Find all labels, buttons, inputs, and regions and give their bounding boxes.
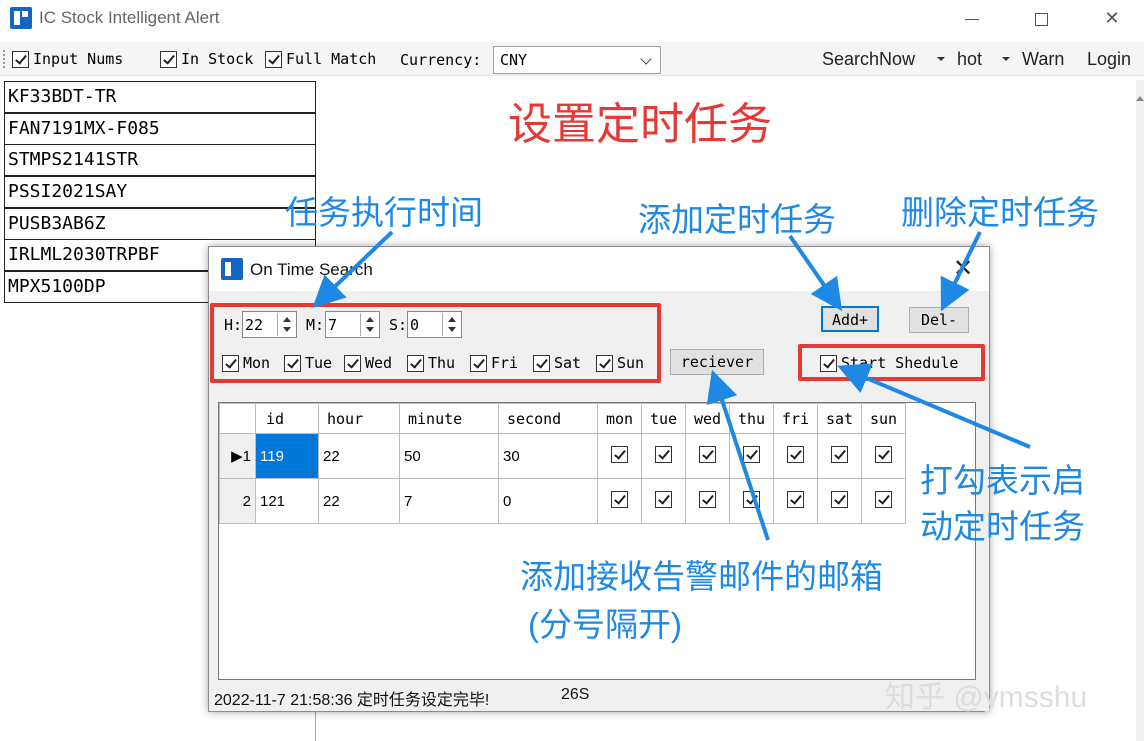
arrow-exec-time [312, 230, 394, 309]
arrow-add-task [788, 234, 843, 312]
watermark: 知乎 @ymsshu [885, 681, 1088, 714]
annotation-arrows [312, 230, 1031, 541]
arrow-delete-task [940, 231, 982, 312]
arrow-start-schedule [837, 363, 1031, 449]
arrow-receiver [706, 369, 770, 541]
